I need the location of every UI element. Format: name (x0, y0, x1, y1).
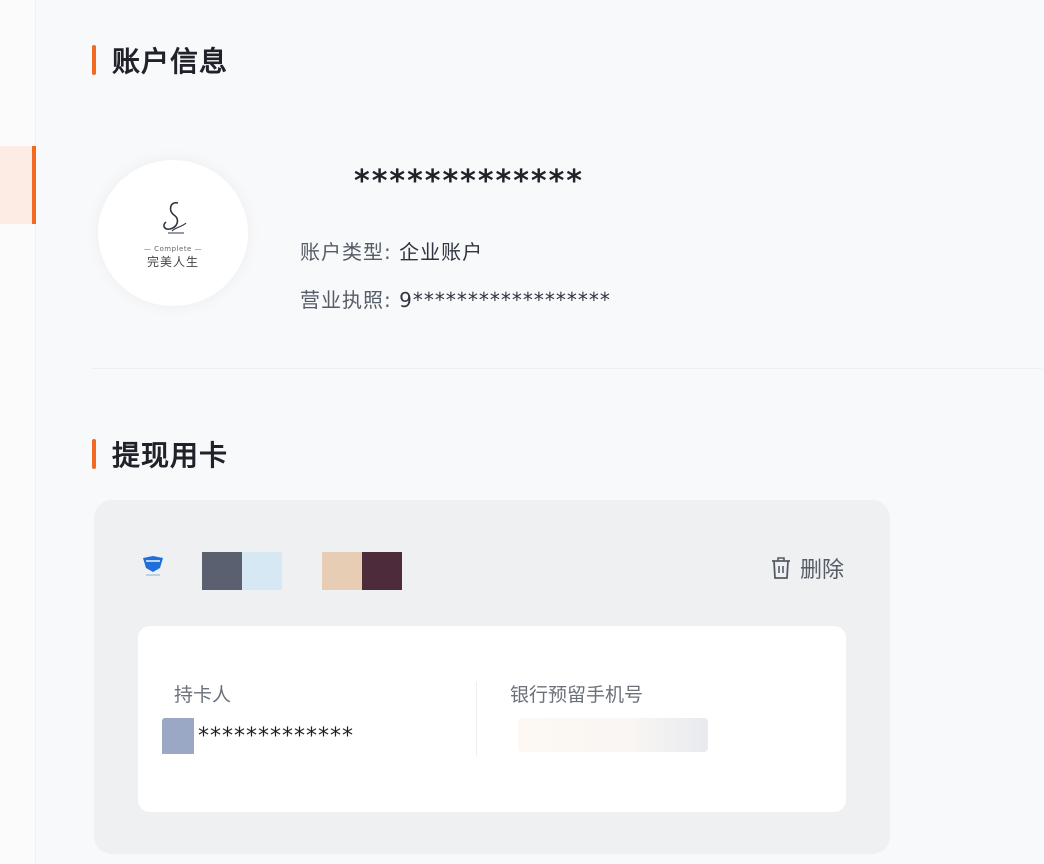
section-divider (92, 368, 1042, 369)
sidenav (0, 0, 36, 864)
license-value: 9****************** (399, 288, 611, 312)
delete-card-button[interactable]: 删除 (770, 552, 844, 584)
card-details: 持卡人 ************* 银行预留手机号 (138, 626, 846, 812)
masked-card-number-block (362, 552, 402, 590)
withdraw-section-title-text: 提现用卡 (112, 439, 229, 472)
cardholder-value: ************* (198, 723, 354, 749)
account-type-value: 企业账户 (399, 240, 484, 264)
avatar-logo-main-text: 完美人生 (146, 254, 199, 269)
withdraw-card: 删除 持卡人 ************* 银行预留手机号 (94, 500, 890, 854)
account-section-title: 账户信息 (92, 40, 228, 80)
license-row: 营业执照: 9****************** (300, 284, 611, 313)
withdraw-section-title: 提现用卡 (92, 434, 228, 474)
avatar-logo-small-text: — Complete — (143, 244, 203, 253)
masked-bank-name-block (202, 552, 242, 590)
avatar: — Complete — 完美人生 (98, 160, 248, 306)
masked-name-block (162, 718, 194, 754)
cardholder-label: 持卡人 (174, 684, 232, 706)
delete-label: 删除 (799, 558, 844, 583)
account-type-label: 账户类型: (300, 240, 392, 264)
reserved-phone-label: 银行预留手机号 (510, 684, 644, 706)
cardholder-value-row: ************* (162, 718, 354, 754)
bank-logo-icon (143, 556, 163, 576)
swan-logo-icon (163, 201, 187, 233)
main-content: 账户信息 — Complete — 完美人生 ************* 账户类… (36, 0, 1044, 864)
title-accent-bar (92, 439, 96, 469)
masked-phone-value (518, 718, 708, 752)
account-name: ************* (354, 164, 584, 199)
trash-icon (771, 557, 790, 579)
account-type-row: 账户类型: 企业账户 (300, 236, 483, 265)
masked-card-number-block (322, 552, 362, 590)
column-divider (476, 682, 477, 756)
masked-bank-name-block (242, 552, 282, 590)
sidenav-active-item[interactable] (0, 146, 36, 224)
title-accent-bar (92, 45, 96, 75)
license-label: 营业执照: (300, 288, 392, 312)
account-section-title-text: 账户信息 (112, 45, 229, 78)
